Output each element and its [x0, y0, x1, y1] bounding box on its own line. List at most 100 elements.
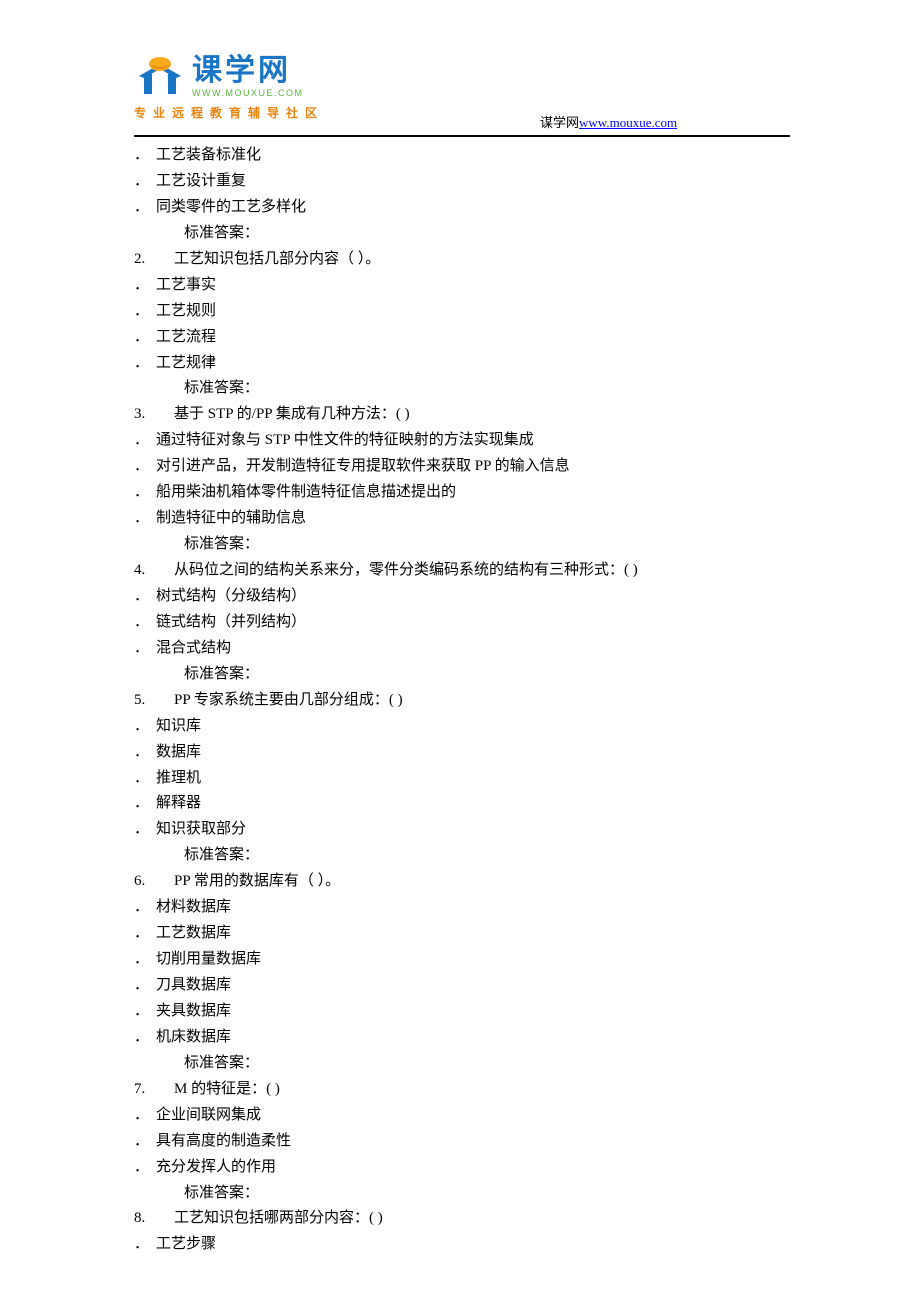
- option-text: 工艺流程: [156, 329, 216, 345]
- site-name: 谋学网: [540, 115, 579, 130]
- option-line: ．充分发挥人的作用: [134, 1155, 790, 1181]
- option-text: 树式结构（分级结构）: [156, 588, 306, 604]
- option-text: 同类零件的工艺多样化: [156, 199, 306, 215]
- option-marker: ．: [134, 169, 156, 195]
- option-text: 混合式结构: [156, 640, 231, 656]
- answer-line: 标准答案：: [134, 532, 790, 558]
- option-line: ．工艺规则: [134, 299, 790, 325]
- option-text: 具有高度的制造柔性: [156, 1133, 291, 1149]
- question-line: 4.从码位之间的结构关系来分，零件分类编码系统的结构有三种形式：( ): [134, 558, 790, 584]
- question-number: 5.: [134, 688, 174, 714]
- option-marker: ．: [134, 973, 156, 999]
- question-text: 基于 STP 的/PP 集成有几种方法：( ): [174, 406, 410, 422]
- option-marker: ．: [134, 740, 156, 766]
- option-text: 企业间联网集成: [156, 1107, 261, 1123]
- option-marker: ．: [134, 1155, 156, 1181]
- logo-slogan: 专业远程教育辅导社区: [134, 103, 324, 124]
- option-line: ．对引进产品，开发制造特征专用提取软件来获取 PP 的输入信息: [134, 454, 790, 480]
- option-text: 对引进产品，开发制造特征专用提取软件来获取 PP 的输入信息: [156, 458, 570, 474]
- option-text: 工艺规律: [156, 355, 216, 371]
- option-line: ．具有高度的制造柔性: [134, 1129, 790, 1155]
- option-marker: ．: [134, 766, 156, 792]
- option-marker: ．: [134, 714, 156, 740]
- option-marker: ．: [134, 351, 156, 377]
- question-number: 3.: [134, 402, 174, 428]
- option-text: 工艺装备标准化: [156, 147, 261, 163]
- option-marker: ．: [134, 1103, 156, 1129]
- question-text: PP 专家系统主要由几部分组成：( ): [174, 692, 403, 708]
- option-text: 工艺规则: [156, 303, 216, 319]
- logo-icon: [134, 56, 186, 98]
- answer-line: 标准答案：: [134, 843, 790, 869]
- option-line: ．工艺事实: [134, 273, 790, 299]
- document-content: ．工艺装备标准化．工艺设计重复．同类零件的工艺多样化标准答案：2.工艺知识包括几…: [134, 143, 790, 1258]
- option-text: 材料数据库: [156, 899, 231, 915]
- option-line: ．工艺流程: [134, 325, 790, 351]
- option-marker: ．: [134, 480, 156, 506]
- question-text: 工艺知识包括几部分内容（ ）。: [174, 251, 380, 267]
- option-marker: ．: [134, 921, 156, 947]
- option-text: 充分发挥人的作用: [156, 1159, 276, 1175]
- question-line: 7.M 的特征是：( ): [134, 1077, 790, 1103]
- option-line: ．刀具数据库: [134, 973, 790, 999]
- question-number: 6.: [134, 869, 174, 895]
- option-marker: ．: [134, 636, 156, 662]
- option-line: ．解释器: [134, 791, 790, 817]
- option-text: 解释器: [156, 795, 201, 811]
- question-text: PP 常用的数据库有（ ）。: [174, 873, 340, 889]
- question-number: 8.: [134, 1206, 174, 1232]
- question-number: 2.: [134, 247, 174, 273]
- option-line: ．数据库: [134, 740, 790, 766]
- option-marker: ．: [134, 791, 156, 817]
- option-marker: ．: [134, 610, 156, 636]
- question-line: 5.PP 专家系统主要由几部分组成：( ): [134, 688, 790, 714]
- option-line: ．工艺数据库: [134, 921, 790, 947]
- answer-line: 标准答案：: [134, 221, 790, 247]
- logo-main: 课学网 WWW.MOUXUE.COM: [134, 56, 324, 99]
- option-text: 工艺事实: [156, 277, 216, 293]
- option-line: ．工艺设计重复: [134, 169, 790, 195]
- option-text: 刀具数据库: [156, 977, 231, 993]
- option-line: ．夹具数据库: [134, 999, 790, 1025]
- site-url-link[interactable]: www.mouxue.com: [579, 115, 677, 130]
- answer-line: 标准答案：: [134, 1181, 790, 1207]
- option-marker: ．: [134, 584, 156, 610]
- logo-area: 课学网 WWW.MOUXUE.COM 专业远程教育辅导社区: [134, 56, 324, 124]
- option-marker: ．: [134, 1129, 156, 1155]
- option-marker: ．: [134, 999, 156, 1025]
- option-text: 工艺设计重复: [156, 173, 246, 189]
- option-text: 数据库: [156, 744, 201, 760]
- option-text: 船用柴油机箱体零件制造特征信息描述提出的: [156, 484, 456, 500]
- option-marker: ．: [134, 325, 156, 351]
- option-text: 机床数据库: [156, 1029, 231, 1045]
- option-text: 制造特征中的辅助信息: [156, 510, 306, 526]
- header-site-info: 谋学网www.mouxue.com: [540, 112, 677, 134]
- option-line: ．推理机: [134, 766, 790, 792]
- question-text: 工艺知识包括哪两部分内容：( ): [174, 1210, 383, 1226]
- option-marker: ．: [134, 143, 156, 169]
- question-number: 4.: [134, 558, 174, 584]
- option-marker: ．: [134, 817, 156, 843]
- option-line: ．工艺规律: [134, 351, 790, 377]
- option-marker: ．: [134, 947, 156, 973]
- option-line: ．混合式结构: [134, 636, 790, 662]
- option-line: ．知识获取部分: [134, 817, 790, 843]
- option-line: ．工艺步骤: [134, 1232, 790, 1258]
- logo-cn-text: 课学网: [192, 56, 304, 86]
- option-text: 链式结构（并列结构）: [156, 614, 306, 630]
- option-line: ．同类零件的工艺多样化: [134, 195, 790, 221]
- option-line: ．制造特征中的辅助信息: [134, 506, 790, 532]
- option-marker: ．: [134, 299, 156, 325]
- option-line: ．机床数据库: [134, 1025, 790, 1051]
- option-marker: ．: [134, 1025, 156, 1051]
- option-line: ．切削用量数据库: [134, 947, 790, 973]
- option-line: ．通过特征对象与 STP 中性文件的特征映射的方法实现集成: [134, 428, 790, 454]
- question-number: 7.: [134, 1077, 174, 1103]
- option-line: ．树式结构（分级结构）: [134, 584, 790, 610]
- logo-url-text: WWW.MOUXUE.COM: [192, 88, 304, 99]
- option-marker: ．: [134, 506, 156, 532]
- option-marker: ．: [134, 195, 156, 221]
- option-text: 夹具数据库: [156, 1003, 231, 1019]
- option-text: 知识库: [156, 718, 201, 734]
- question-line: 2.工艺知识包括几部分内容（ ）。: [134, 247, 790, 273]
